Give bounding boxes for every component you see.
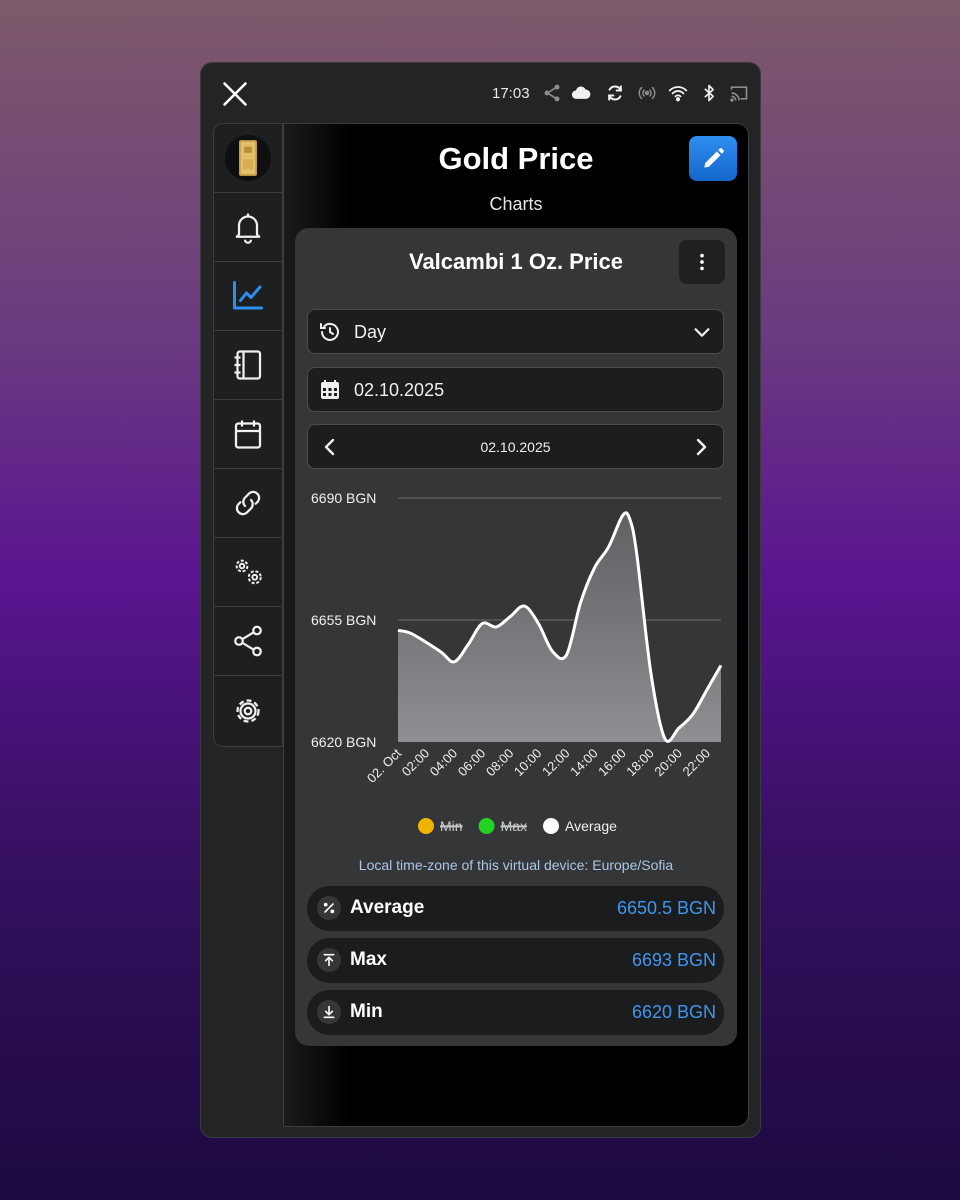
- share-icon: [234, 625, 262, 657]
- wifi-icon: [668, 86, 688, 102]
- sidebar-item-gears[interactable]: [214, 538, 282, 607]
- legend-label: Average: [565, 818, 617, 834]
- sidebar: [213, 123, 283, 747]
- page-subtitle: Charts: [489, 194, 543, 214]
- chevron-right-icon[interactable]: [689, 435, 713, 459]
- calendar-icon: [234, 420, 262, 449]
- x-tick-label: 04:00: [427, 746, 461, 780]
- cast-icon: [730, 86, 748, 102]
- legend-swatch: [418, 818, 434, 834]
- stat-row-max: Max 6693 BGN: [307, 938, 724, 983]
- x-tick-label: 18:00: [623, 746, 657, 780]
- card-title: Valcambi 1 Oz. Price: [408, 249, 623, 274]
- price-chart: 6690 BGN 6655 BGN 6620 BGN 02. Oct 02:00 04:…: [295, 478, 737, 848]
- y-tick-label: 6690 BGN: [311, 490, 376, 506]
- cloud-icon: [571, 86, 591, 99]
- bluetooth-icon: [704, 84, 714, 102]
- legend-item-average[interactable]: Average: [543, 818, 617, 834]
- pencil-icon: [704, 147, 724, 168]
- device-window: 17:03 Gold Price Charts Valcambi 1 Oz. P…: [200, 62, 761, 1138]
- x-tick-label: 06:00: [455, 746, 489, 780]
- chevron-down-icon: [694, 328, 710, 337]
- stat-value: 6650.5 BGN: [616, 898, 716, 918]
- stat-label: Average: [350, 897, 425, 918]
- notebook-icon: [234, 350, 262, 380]
- y-tick-label: 6620 BGN: [311, 734, 376, 750]
- legend-swatch: [478, 818, 495, 834]
- legend-item-max[interactable]: Max: [478, 818, 528, 834]
- sidebar-item-alerts[interactable]: [214, 193, 282, 262]
- series-area-average: [398, 512, 721, 742]
- main-panel: Gold Price Charts Valcambi 1 Oz. Price D…: [283, 123, 749, 1127]
- sidebar-item-charts[interactable]: [214, 262, 282, 331]
- period-select-value: Day: [354, 322, 387, 342]
- date-navigator-label: 02.10.2025: [480, 439, 551, 455]
- y-tick-label: 6655 BGN: [311, 612, 376, 628]
- sidebar-item-share[interactable]: [214, 607, 282, 676]
- line-chart-icon: [233, 281, 263, 310]
- stat-label: Min: [350, 1001, 383, 1022]
- x-tick-label: 10:00: [511, 746, 545, 780]
- page-title: Gold Price: [438, 141, 594, 176]
- arrow-down-to-line-icon: [317, 1000, 341, 1024]
- settings-icon: [236, 698, 260, 723]
- x-tick-label: 02. Oct: [364, 745, 405, 786]
- period-select[interactable]: Day: [307, 309, 724, 354]
- sync-icon: [608, 85, 622, 101]
- x-tick-label: 12:00: [539, 746, 573, 780]
- sidebar-item-links[interactable]: [214, 469, 282, 538]
- chart-card: Valcambi 1 Oz. Price Day 02.10.2025 02.1…: [295, 228, 737, 1046]
- gold-bar-thumbnail: [225, 135, 271, 181]
- date-input[interactable]: 02.10.2025: [307, 367, 724, 412]
- legend-item-min[interactable]: Min: [418, 818, 463, 834]
- more-vertical-icon: [700, 253, 704, 271]
- broadcast-icon: [638, 86, 656, 100]
- status-time: 17:03: [492, 85, 530, 102]
- close-icon[interactable]: [221, 80, 249, 108]
- stat-row-average: Average 6650.5 BGN: [307, 886, 724, 931]
- legend-swatch: [543, 818, 560, 834]
- bell-icon: [235, 213, 261, 244]
- stat-value: 6620 BGN: [631, 1002, 716, 1022]
- chart-canvas: 6690 BGN 6655 BGN 6620 BGN 02. Oct02:0004:…: [311, 490, 723, 834]
- date-input-value: 02.10.2025: [354, 380, 445, 400]
- stat-label: Max: [350, 949, 387, 970]
- x-tick-label: 16:00: [595, 746, 629, 780]
- edit-button[interactable]: [689, 136, 737, 181]
- x-tick-label: 22:00: [679, 746, 713, 780]
- timezone-note: Local time-zone of this virtual device: …: [358, 857, 674, 873]
- status-bar: 17:03: [201, 63, 760, 123]
- sidebar-item-calendar[interactable]: [214, 400, 282, 469]
- arrow-up-to-line-icon: [317, 948, 341, 972]
- gears-icon: [235, 559, 262, 585]
- sidebar-item-gold[interactable]: [214, 124, 282, 193]
- date-navigator: 02.10.2025: [307, 424, 724, 469]
- calendar-icon: [321, 380, 339, 399]
- more-options-button[interactable]: [679, 240, 725, 284]
- percent-icon: [317, 896, 341, 920]
- x-tick-label: 14:00: [567, 746, 601, 780]
- sidebar-item-notebook[interactable]: [214, 331, 282, 400]
- link-icon: [235, 490, 261, 516]
- x-tick-label: 02:00: [399, 746, 433, 780]
- x-tick-label: 20:00: [651, 746, 685, 780]
- sidebar-item-settings[interactable]: [214, 676, 282, 745]
- share-icon: [544, 84, 560, 102]
- x-tick-label: 08:00: [483, 746, 517, 780]
- history-icon: [320, 322, 339, 341]
- stat-row-min: Min 6620 BGN: [307, 990, 724, 1035]
- stat-value: 6693 BGN: [631, 950, 716, 970]
